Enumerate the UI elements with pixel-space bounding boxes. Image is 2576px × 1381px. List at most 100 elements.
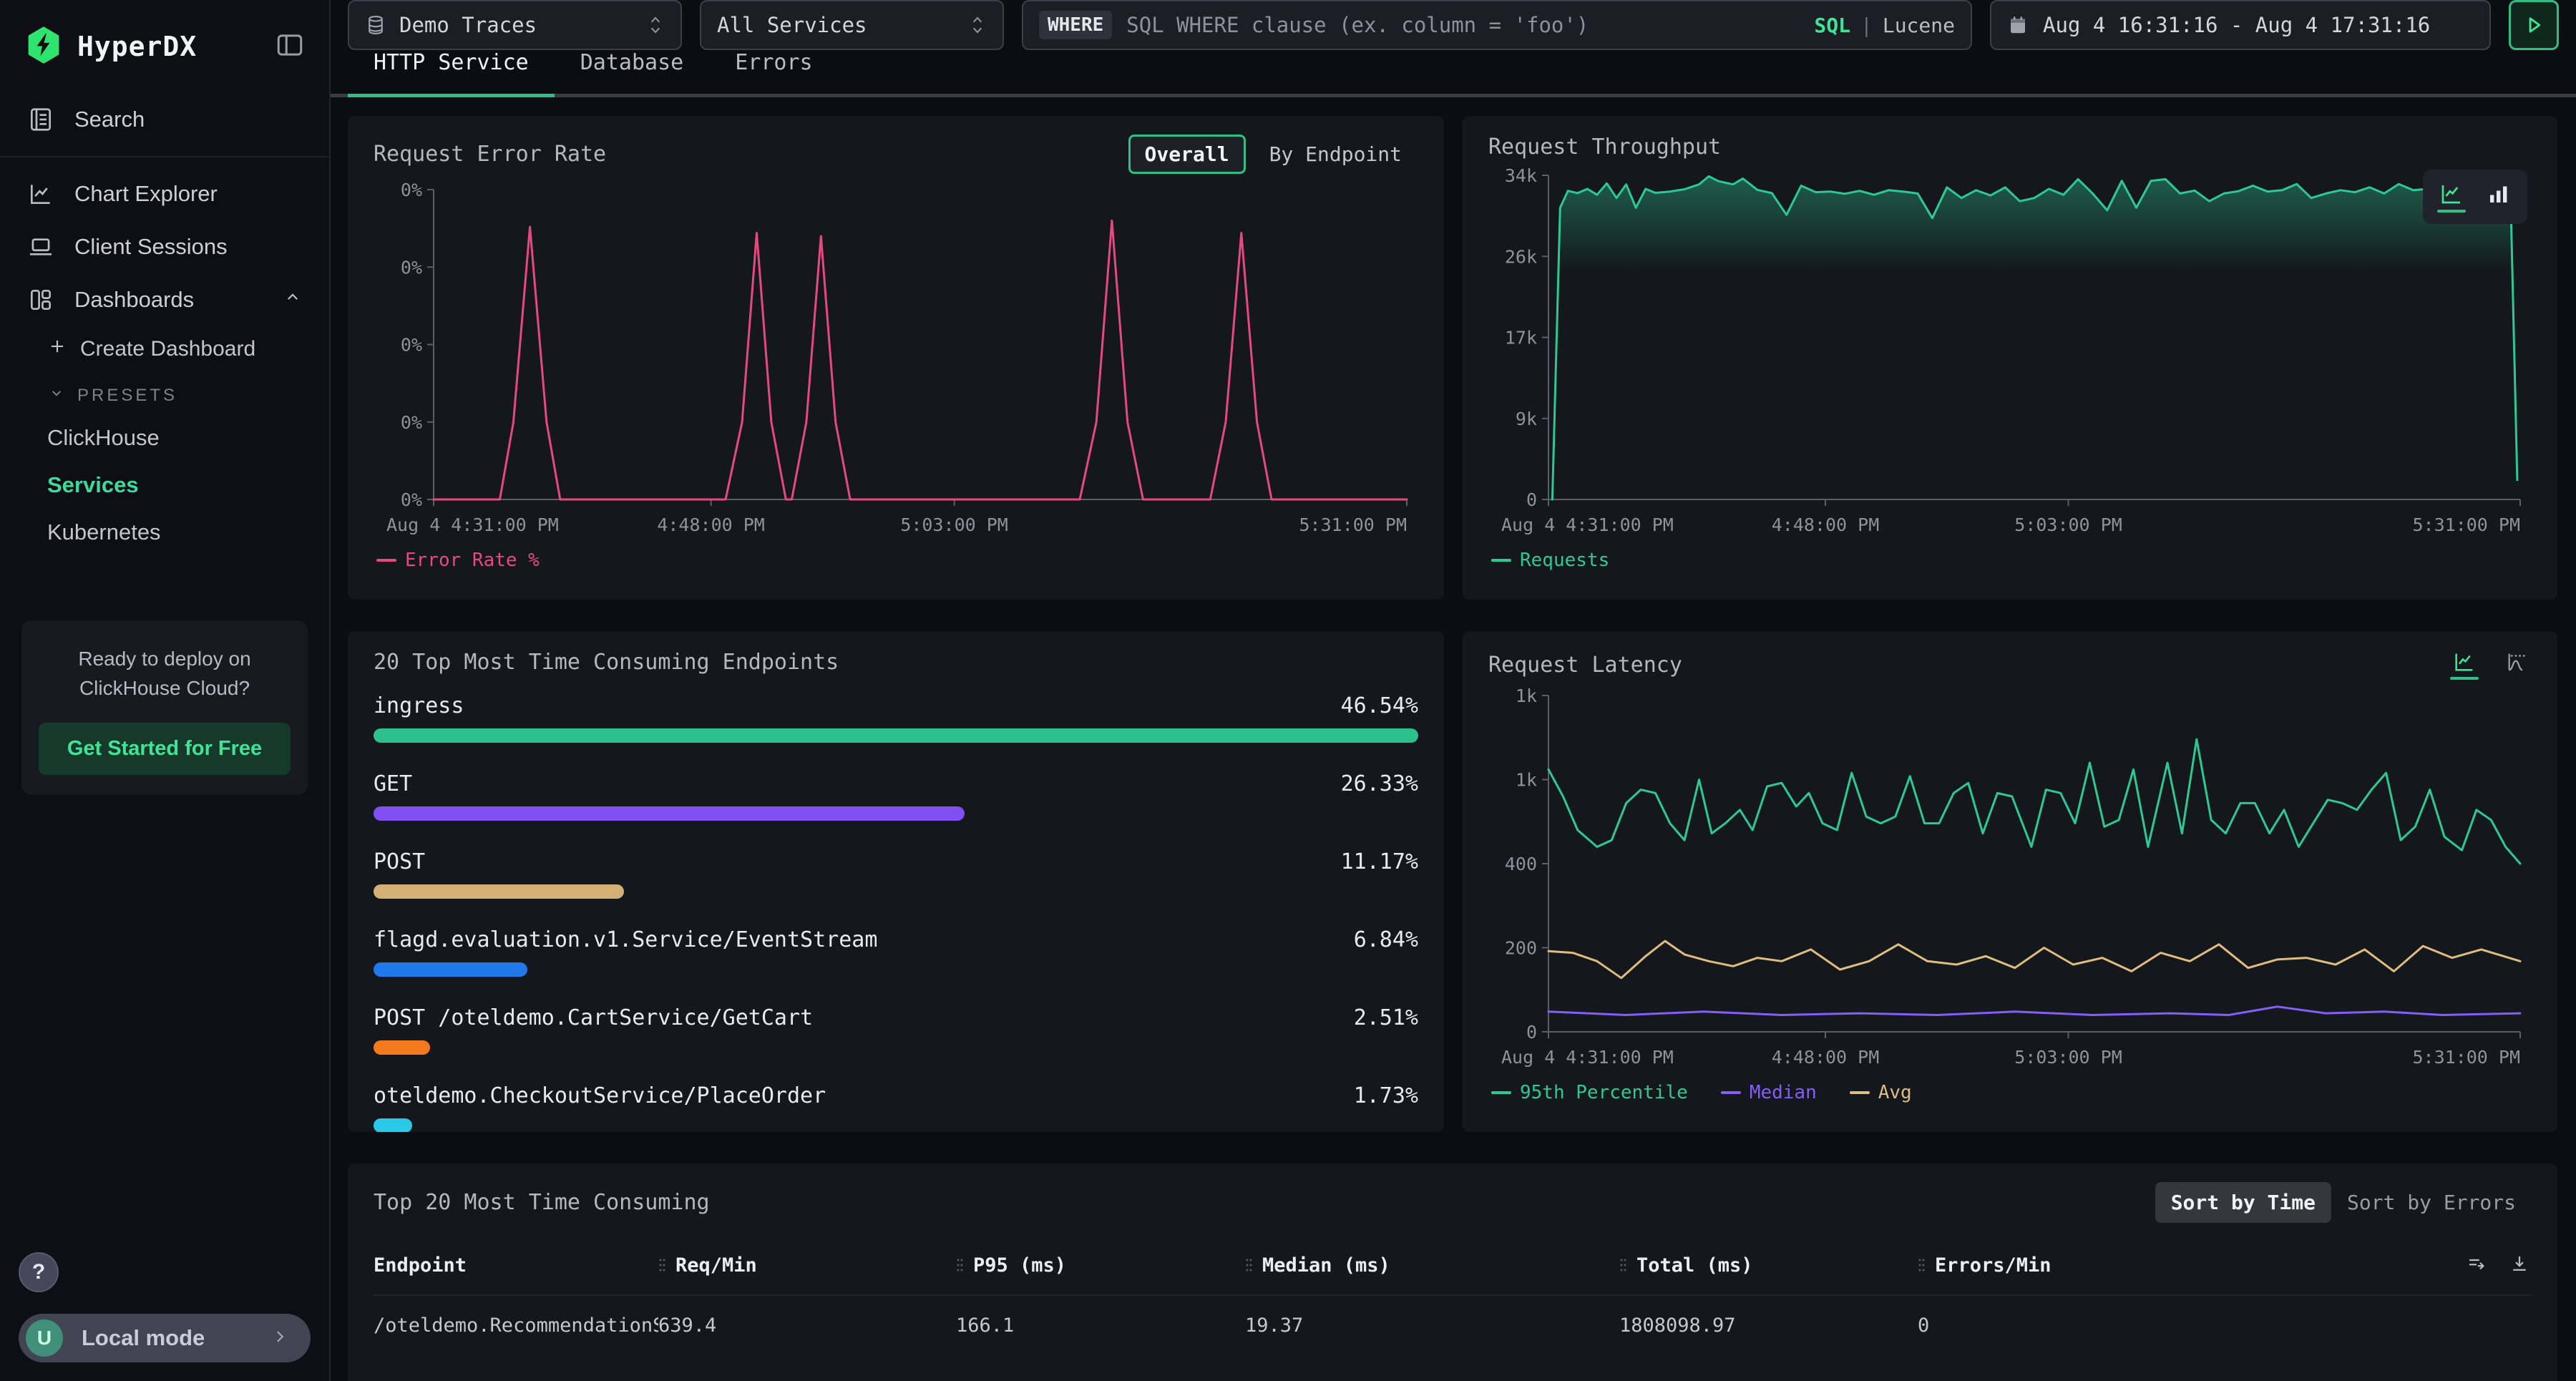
- column-grip-icon[interactable]: [658, 1254, 665, 1276]
- svg-text:400: 400: [1505, 854, 1537, 874]
- endpoint-bar: [374, 806, 965, 821]
- column-grip-icon[interactable]: [1245, 1254, 1252, 1276]
- endpoint-item[interactable]: flagd.evaluation.v1.Service/EventStream6…: [374, 927, 1418, 977]
- tab-http-service[interactable]: HTTP Service: [348, 50, 555, 97]
- promo-text-line2: ClickHouse Cloud?: [39, 674, 291, 703]
- chart-type-switcher: [2423, 170, 2527, 224]
- legend-item-p95[interactable]: 95th Percentile: [1491, 1082, 1688, 1103]
- svg-text:5:31:00 PM: 5:31:00 PM: [2412, 514, 2520, 535]
- error-rate-chart[interactable]: 0%0%0%0%0%Aug 4 4:31:00 PM4:48:00 PM5:03…: [374, 178, 1418, 540]
- table-cell: /oteldemo.RecommendationServ: [374, 1314, 658, 1337]
- sidebar-preset-services[interactable]: Services: [0, 462, 329, 509]
- card-request-error-rate: Request Error Rate Overall By Endpoint 0…: [348, 116, 1444, 600]
- tab-database[interactable]: Database: [555, 50, 710, 97]
- presets-toggle[interactable]: PRESETS: [0, 372, 329, 414]
- sidebar-preset-clickhouse[interactable]: ClickHouse: [0, 414, 329, 462]
- sidebar-item-client-sessions[interactable]: Client Sessions: [0, 220, 329, 273]
- table-title: Top 20 Most Time Consuming: [374, 1190, 710, 1215]
- lucene-mode-button[interactable]: Lucene: [1883, 14, 1955, 37]
- create-dashboard-button[interactable]: Create Dashboard: [0, 326, 329, 372]
- error-rate-view-toggle: Overall By Endpoint: [1128, 135, 1418, 174]
- table-column-header[interactable]: Req/Min: [658, 1254, 956, 1277]
- histogram-icon[interactable]: [2503, 650, 2532, 680]
- overall-toggle-button[interactable]: Overall: [1128, 135, 1246, 174]
- source-select-value: Demo Traces: [399, 13, 537, 37]
- endpoint-label: oteldemo.CheckoutService/PlaceOrder: [374, 1083, 826, 1108]
- throughput-chart[interactable]: 09k17k26k34kAug 4 4:31:00 PM4:48:00 PM5:…: [1488, 164, 2532, 540]
- svg-text:0%: 0%: [401, 412, 422, 433]
- endpoint-bar: [374, 1040, 430, 1055]
- svg-text:9k: 9k: [1516, 409, 1537, 429]
- get-started-button[interactable]: Get Started for Free: [39, 723, 291, 775]
- sql-mode-button[interactable]: SQL: [1814, 14, 1850, 37]
- sidebar-preset-kubernetes[interactable]: Kubernetes: [0, 509, 329, 556]
- column-grip-icon[interactable]: [956, 1254, 963, 1276]
- endpoint-item[interactable]: ingress46.54%: [374, 693, 1418, 743]
- hyperdx-logo-icon[interactable]: [24, 26, 63, 68]
- table-header-row: Endpoint Req/Min P95 (ms)Median (ms)Total …: [374, 1253, 2532, 1296]
- legend-dash: [1491, 1091, 1511, 1094]
- service-select[interactable]: All Services: [700, 0, 1004, 50]
- legend-item-avg[interactable]: Avg: [1850, 1082, 1912, 1103]
- endpoint-item[interactable]: POST11.17%: [374, 849, 1418, 899]
- latency-chart[interactable]: 02004001k1kAug 4 4:31:00 PM4:48:00 PM5:0…: [1488, 684, 2532, 1072]
- endpoint-item[interactable]: oteldemo.CheckoutService/PlaceOrder1.73%: [374, 1083, 1418, 1132]
- app-root: HyperDX Search Chart Explorer Client Ses…: [0, 0, 2576, 1381]
- tabs-row: HTTP Service Database Errors: [331, 50, 2576, 97]
- plus-icon: [47, 336, 67, 362]
- sidebar-item-dashboards[interactable]: Dashboards: [0, 273, 329, 326]
- by-endpoint-toggle-button[interactable]: By Endpoint: [1253, 135, 1418, 174]
- endpoint-item[interactable]: GET26.33%: [374, 771, 1418, 821]
- table-column-header[interactable]: Median (ms): [1245, 1254, 1619, 1277]
- sort-by-time-button[interactable]: Sort by Time: [2155, 1182, 2331, 1223]
- endpoint-value: 46.54%: [1341, 693, 1418, 718]
- sidebar-item-chart-explorer[interactable]: Chart Explorer: [0, 167, 329, 220]
- svg-text:1k: 1k: [1516, 770, 1537, 791]
- column-header-label: Req/Min: [675, 1254, 757, 1277]
- where-search-input[interactable]: WHERE SQL WHERE clause (ex. column = 'fo…: [1022, 0, 1972, 50]
- column-grip-icon[interactable]: [1918, 1254, 1925, 1276]
- download-icon[interactable]: [2507, 1253, 2532, 1277]
- legend-item-error-rate[interactable]: Error Rate %: [376, 550, 540, 571]
- svg-text:0: 0: [1526, 1022, 1537, 1043]
- line-chart-icon[interactable]: [2437, 181, 2466, 213]
- preset-label: ClickHouse: [47, 425, 160, 450]
- endpoint-item[interactable]: POST /oteldemo.CartService/GetCart2.51%: [374, 1005, 1418, 1055]
- table-column-header[interactable]: P95 (ms): [956, 1254, 1245, 1277]
- svg-text:200: 200: [1505, 938, 1537, 959]
- table-column-header[interactable]: Errors/Min: [1918, 1254, 2175, 1277]
- line-chart-icon[interactable]: [2450, 650, 2479, 680]
- help-button[interactable]: ?: [19, 1252, 59, 1292]
- bar-chart-icon[interactable]: [2484, 181, 2513, 213]
- database-icon: [365, 14, 386, 36]
- latency-legend: 95th Percentile Median Avg: [1488, 1072, 2532, 1113]
- play-icon: [2522, 13, 2546, 37]
- tab-errors[interactable]: Errors: [709, 50, 838, 97]
- legend-item-requests[interactable]: Requests: [1491, 550, 1609, 571]
- svg-text:5:03:00 PM: 5:03:00 PM: [900, 514, 1008, 535]
- svg-text:0%: 0%: [401, 335, 422, 356]
- table-cell: 19.37: [1245, 1314, 1619, 1337]
- svg-text:5:31:00 PM: 5:31:00 PM: [1299, 514, 1407, 535]
- legend-item-median[interactable]: Median: [1721, 1082, 1817, 1103]
- sidebar-collapse-icon[interactable]: [275, 30, 305, 64]
- source-select[interactable]: Demo Traces: [348, 0, 682, 50]
- user-menu[interactable]: U Local mode: [19, 1314, 311, 1362]
- table-column-header[interactable]: Endpoint: [374, 1254, 658, 1277]
- column-grip-icon[interactable]: [1619, 1254, 1626, 1276]
- table-row[interactable]: /oteldemo.RecommendationServ639.4166.119…: [374, 1296, 2532, 1355]
- column-settings-icon[interactable]: [2464, 1253, 2489, 1277]
- card-title: Request Throughput: [1488, 135, 1721, 160]
- chevron-right-icon: [269, 1326, 291, 1351]
- sort-by-errors-button[interactable]: Sort by Errors: [2331, 1182, 2532, 1223]
- user-mode-label: Local mode: [82, 1325, 205, 1351]
- column-header-label: Endpoint: [374, 1254, 467, 1277]
- table-column-header[interactable]: Total (ms): [1619, 1254, 1918, 1277]
- svg-text:0%: 0%: [401, 257, 422, 278]
- sidebar-divider: [0, 156, 329, 157]
- time-range-picker[interactable]: Aug 4 16:31:16 - Aug 4 17:31:16: [1990, 0, 2491, 50]
- sidebar-item-search[interactable]: Search: [0, 93, 329, 146]
- run-query-button[interactable]: [2509, 0, 2559, 50]
- create-dashboard-label: Create Dashboard: [80, 337, 255, 361]
- legend-label: Requests: [1520, 550, 1609, 571]
